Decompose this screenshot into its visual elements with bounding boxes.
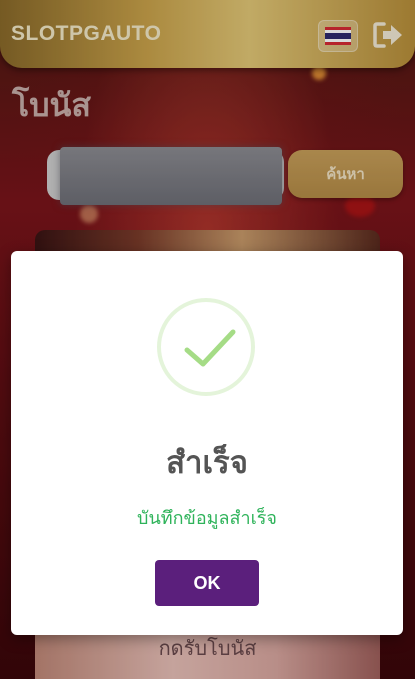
success-check-icon [184, 329, 236, 367]
dialog-message: บันทึกข้อมูลสำเร็จ [137, 508, 277, 529]
success-icon-ring [157, 298, 255, 396]
dialog-title: สำเร็จ [166, 445, 248, 481]
ok-button[interactable]: OK [155, 560, 259, 606]
success-dialog: สำเร็จ บันทึกข้อมูลสำเร็จ OK [11, 251, 403, 635]
